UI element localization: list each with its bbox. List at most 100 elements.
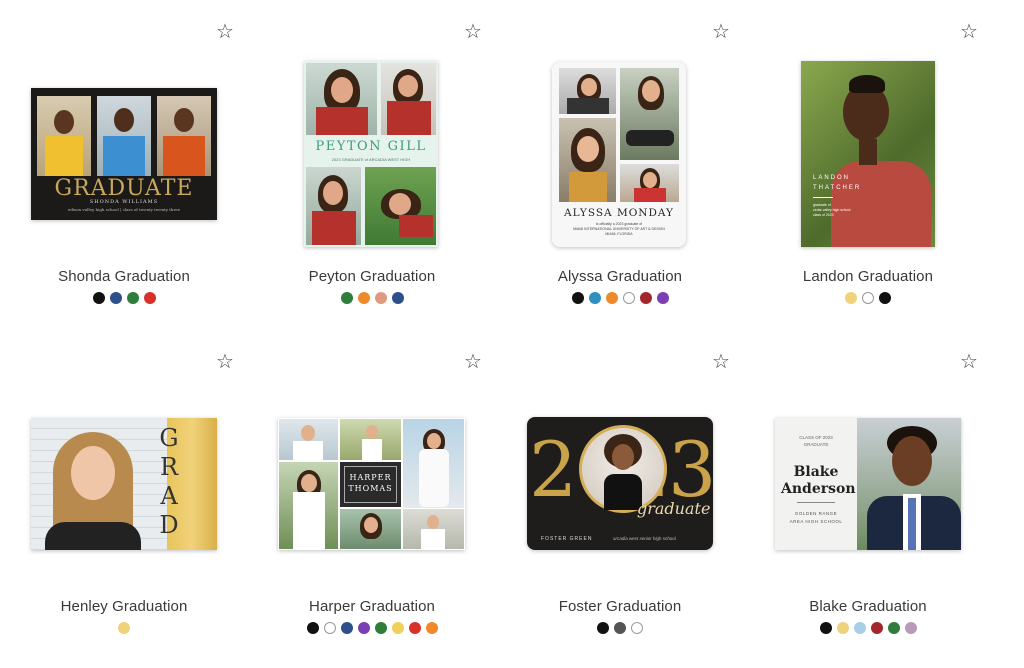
- card-subtext: FOSTER GREEN: [541, 536, 593, 542]
- color-swatch[interactable]: [323, 622, 336, 634]
- product-card-image[interactable]: ALYSSA MONDAY is officially a 2023 gradu…: [552, 62, 686, 247]
- color-swatch[interactable]: [571, 292, 584, 304]
- product-card-image[interactable]: HARPER THOMAS: [278, 418, 465, 550]
- photo: [559, 118, 616, 202]
- star-outline-icon[interactable]: ☆: [464, 22, 482, 42]
- color-swatch[interactable]: [862, 292, 874, 304]
- product-card-image[interactable]: PEYTON GILL 2023 GRADUATE of ARCADIA WES…: [304, 61, 438, 247]
- color-swatches: [500, 292, 740, 304]
- color-swatch[interactable]: [879, 292, 891, 304]
- card-subtext: is officially a 2023 graduate of: [595, 222, 643, 226]
- photo: [620, 68, 679, 160]
- card-subtext: edison valley high school | class of twe…: [67, 207, 181, 212]
- color-swatch[interactable]: [391, 292, 404, 304]
- color-swatches: [252, 622, 492, 634]
- color-swatches: [748, 622, 988, 634]
- photo: [857, 418, 961, 550]
- color-swatch[interactable]: [614, 622, 626, 634]
- card-headline: PEYTON GILL: [315, 139, 427, 154]
- color-swatch[interactable]: [340, 292, 353, 304]
- product-name[interactable]: Harper Graduation: [252, 598, 492, 615]
- star-outline-icon[interactable]: ☆: [960, 22, 978, 42]
- color-swatch[interactable]: [374, 292, 387, 304]
- color-swatches: [252, 292, 492, 304]
- star-outline-icon[interactable]: ☆: [464, 352, 482, 372]
- photo: [157, 96, 211, 176]
- product-card-image[interactable]: CLASS OF 2023 GRADUATE Blake Anderson GO…: [775, 418, 961, 550]
- product-card-image[interactable]: GRADUATE SHONDA WILLIAMS edison valley h…: [31, 88, 217, 220]
- star-outline-icon[interactable]: ☆: [216, 22, 234, 42]
- color-swatches: [748, 292, 988, 304]
- color-swatch[interactable]: [357, 292, 370, 304]
- color-swatches: [500, 622, 740, 634]
- product-tile[interactable]: ☆ GRAD Henley Graduation: [4, 348, 244, 668]
- card-headline: LANDON THATCHER: [813, 175, 862, 191]
- card-headline: HARPER THOMAS: [348, 473, 393, 493]
- color-swatch[interactable]: [845, 292, 857, 304]
- product-name[interactable]: Blake Graduation: [748, 598, 988, 615]
- product-card-image[interactable]: LANDON THATCHER graduate of cedar valley…: [801, 61, 935, 247]
- product-tile[interactable]: ☆ 2023 graduate FOSTER GREEN arcadia wes…: [500, 348, 740, 668]
- color-swatch[interactable]: [408, 622, 421, 634]
- color-swatch[interactable]: [374, 622, 387, 634]
- photo: [340, 509, 401, 549]
- color-swatch[interactable]: [340, 622, 353, 634]
- product-name[interactable]: Landon Graduation: [748, 268, 988, 285]
- color-swatch[interactable]: [605, 292, 618, 304]
- card-subtext: cedar valley high school: [813, 208, 851, 212]
- product-tile[interactable]: ☆ ALYSSA MONDAY is officially a 2023 gra…: [500, 18, 740, 338]
- card-headline: Blake Anderson: [781, 464, 856, 497]
- color-swatch[interactable]: [588, 292, 601, 304]
- photo: [340, 419, 401, 460]
- photo: [381, 63, 436, 135]
- color-swatch[interactable]: [887, 622, 900, 634]
- photo: [403, 419, 464, 508]
- color-swatch[interactable]: [391, 622, 404, 634]
- photo: [306, 63, 377, 135]
- product-name[interactable]: Henley Graduation: [4, 598, 244, 615]
- color-swatch[interactable]: [126, 292, 139, 304]
- color-swatch[interactable]: [118, 622, 130, 634]
- product-name[interactable]: Foster Graduation: [500, 598, 740, 615]
- product-name[interactable]: Peyton Graduation: [252, 268, 492, 285]
- card-subtext: graduate of: [813, 203, 831, 207]
- color-swatch[interactable]: [656, 292, 669, 304]
- color-swatch[interactable]: [143, 292, 156, 304]
- color-swatch[interactable]: [853, 622, 866, 634]
- star-outline-icon[interactable]: ☆: [712, 352, 730, 372]
- photo: [97, 96, 151, 176]
- card-subtext: SHONDA WILLIAMS: [89, 199, 159, 205]
- color-swatch[interactable]: [357, 622, 370, 634]
- product-name[interactable]: Shonda Graduation: [4, 268, 244, 285]
- card-subtext: arcadia west senior high school: [613, 536, 676, 541]
- color-swatch[interactable]: [631, 622, 643, 634]
- card-headline: ALYSSA MONDAY: [564, 207, 674, 219]
- product-name[interactable]: Alyssa Graduation: [500, 268, 740, 285]
- color-swatch[interactable]: [819, 622, 832, 634]
- card-subtext: class of 2023: [813, 213, 834, 217]
- star-outline-icon[interactable]: ☆: [216, 352, 234, 372]
- color-swatch[interactable]: [904, 622, 917, 634]
- star-outline-icon[interactable]: ☆: [960, 352, 978, 372]
- photo: [559, 68, 616, 114]
- product-tile[interactable]: ☆ HARPER THOMAS Harper Graduation: [252, 348, 492, 668]
- color-swatch[interactable]: [92, 292, 105, 304]
- product-tile[interactable]: ☆ PEYTON GILL 2023 GRADUATE of ARCADIA W…: [252, 18, 492, 338]
- product-tile[interactable]: ☆ GRADUATE SHONDA WILLIAMS edison valley…: [4, 18, 244, 338]
- color-swatch[interactable]: [870, 622, 883, 634]
- photo: [279, 419, 338, 460]
- product-card-image[interactable]: GRAD: [31, 418, 217, 550]
- color-swatch[interactable]: [306, 622, 319, 634]
- color-swatch[interactable]: [425, 622, 438, 634]
- card-subtext: GOLDEN RANGE AREA HIGH SCHOOL: [789, 511, 843, 524]
- color-swatch[interactable]: [597, 622, 609, 634]
- color-swatch[interactable]: [639, 292, 652, 304]
- product-tile[interactable]: ☆ CLASS OF 2023 GRADUATE Blake Anderson …: [748, 348, 988, 668]
- color-swatch[interactable]: [836, 622, 849, 634]
- color-swatch[interactable]: [109, 292, 122, 304]
- star-outline-icon[interactable]: ☆: [712, 22, 730, 42]
- product-tile[interactable]: ☆ LANDON THATCHER graduate of cedar vall…: [748, 18, 988, 338]
- color-swatch[interactable]: [622, 292, 635, 304]
- photo: [403, 509, 464, 549]
- product-card-image[interactable]: 2023 graduate FOSTER GREEN arcadia west …: [527, 417, 713, 550]
